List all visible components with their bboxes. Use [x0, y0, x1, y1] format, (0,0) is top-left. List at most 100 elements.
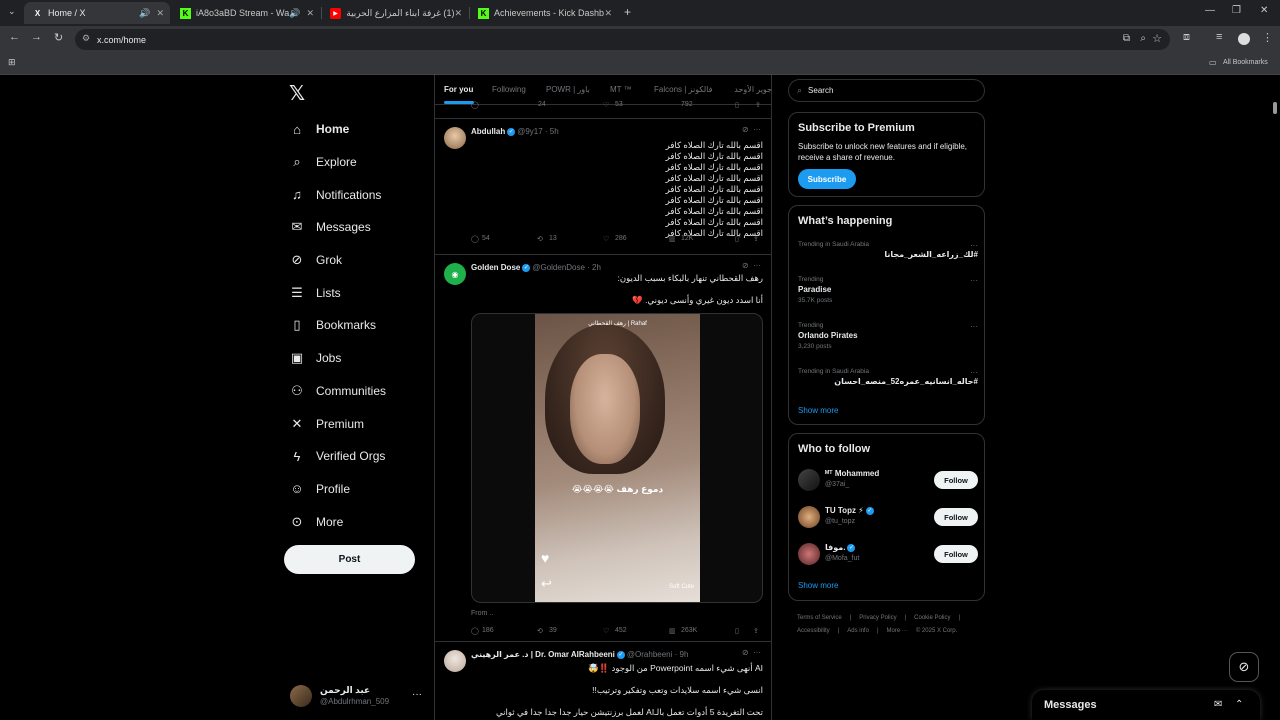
- video-source[interactable]: From ..: [471, 610, 493, 617]
- tweet[interactable]: Abdullah ✓ @9y17 · 5h ⊘ ··· اقسم بالله تار…: [435, 119, 771, 255]
- tweet-options[interactable]: ⊘ ···: [742, 125, 761, 134]
- avatar[interactable]: [444, 650, 466, 672]
- grok-explain-icon[interactable]: ⊘: [742, 261, 749, 270]
- footer-link-accessibility[interactable]: Accessibility: [797, 628, 830, 634]
- media-control-icon[interactable]: ≡: [1216, 31, 1222, 43]
- repost-icon[interactable]: ⟲: [537, 235, 543, 243]
- avatar[interactable]: [798, 469, 820, 491]
- follow-show-more-link[interactable]: Show more: [798, 581, 838, 590]
- tab-powr[interactable]: POWR | باور: [546, 85, 590, 94]
- post-button[interactable]: Post: [284, 545, 415, 574]
- trend-item[interactable]: Trending in Saudi Arabia #لك_زراعه_الشعر…: [798, 241, 978, 259]
- extensions-icon[interactable]: ⧈: [1183, 31, 1190, 44]
- reply-icon[interactable]: ◯: [471, 101, 479, 109]
- close-icon[interactable]: ✕: [306, 8, 314, 19]
- bookmark-icon[interactable]: ▯: [735, 627, 739, 635]
- subscribe-button[interactable]: Subscribe: [798, 169, 856, 189]
- expand-icon[interactable]: ⌃: [1235, 699, 1243, 710]
- share-icon[interactable]: ⇪: [755, 101, 761, 109]
- avatar[interactable]: [444, 127, 466, 149]
- install-icon[interactable]: ⧉: [1123, 33, 1130, 44]
- x-logo-icon[interactable]: 𝕏: [289, 81, 305, 106]
- nav-item-jobs[interactable]: ▣ Jobs: [290, 342, 386, 375]
- follow-button[interactable]: Follow: [934, 545, 978, 563]
- trend-item[interactable]: Trending Orlando Pirates 3,230 posts ···: [798, 322, 978, 350]
- more-icon[interactable]: ···: [970, 276, 978, 285]
- tab-following[interactable]: Following: [492, 85, 526, 94]
- avatar[interactable]: [798, 543, 820, 565]
- minimize-icon[interactable]: —: [1205, 5, 1215, 16]
- footer-link-terms[interactable]: Terms of Service: [797, 615, 842, 621]
- close-icon[interactable]: ✕: [604, 8, 612, 19]
- bookmark-icon[interactable]: ▯: [735, 235, 739, 243]
- tab-home-x[interactable]: X Home / X 🔊 ✕: [24, 2, 170, 24]
- apps-grid-icon[interactable]: ⊞: [8, 57, 16, 68]
- nav-item-verified-orgs[interactable]: ϟ Verified Orgs: [290, 440, 386, 473]
- author-name[interactable]: Golden Dose: [471, 263, 520, 272]
- search-input[interactable]: ⌕ Search: [788, 79, 985, 102]
- address-bar[interactable]: ⚙ x.com/home ⧉ ⌕ ☆: [75, 29, 1170, 50]
- nav-item-premium[interactable]: ✕ Premium: [290, 407, 386, 440]
- tab-for-you[interactable]: For you: [444, 85, 473, 94]
- tab-mt[interactable]: MT ™: [610, 85, 632, 94]
- nav-item-lists[interactable]: ☰ Lists: [290, 276, 386, 309]
- tweet-video[interactable]: رهف القحطاني | Rahaf دموع رهف 😭😭😭😭 ♥ ↩ S…: [471, 313, 763, 603]
- repost-icon[interactable]: ⟲: [537, 627, 543, 635]
- trends-show-more-link[interactable]: Show more: [798, 406, 838, 415]
- follow-button[interactable]: Follow: [934, 508, 978, 526]
- tweet-options[interactable]: ⊘ ···: [742, 648, 761, 657]
- like-icon[interactable]: ♡: [603, 101, 609, 109]
- bookmark-icon[interactable]: ▯: [735, 101, 739, 109]
- footer-link-cookie[interactable]: Cookie Policy: [914, 615, 950, 621]
- like-icon[interactable]: ♡: [603, 235, 609, 243]
- nav-item-messages[interactable]: ✉ Messages: [290, 211, 386, 244]
- tweet[interactable]: د. عمر الرهيني | Dr. Omar AlRahbeeni ✓ @Or…: [435, 642, 771, 720]
- follow-suggestion[interactable]: ᴹᵀ Mohammed @37ai_ Follow: [798, 467, 978, 493]
- share-icon[interactable]: ⇪: [753, 235, 759, 243]
- site-info-icon[interactable]: ⚙: [82, 33, 90, 44]
- speaker-icon[interactable]: 🔊: [289, 8, 300, 19]
- nav-item-more[interactable]: ⊙ More: [290, 505, 386, 538]
- forward-icon[interactable]: →: [31, 31, 42, 43]
- grok-floating-button[interactable]: ⊘: [1229, 652, 1259, 682]
- reply-icon[interactable]: ◯: [471, 235, 479, 243]
- nav-item-grok[interactable]: ⊘ Grok: [290, 244, 386, 277]
- close-icon[interactable]: ✕: [454, 8, 462, 19]
- more-icon[interactable]: ···: [970, 322, 978, 331]
- nav-item-profile[interactable]: ☺ Profile: [290, 473, 386, 506]
- author-name[interactable]: د. عمر الرهيني | Dr. Omar AlRahbeeni: [471, 650, 615, 659]
- new-tab-icon[interactable]: +: [624, 5, 631, 19]
- reply-icon[interactable]: ◯: [471, 627, 479, 635]
- avatar[interactable]: [798, 506, 820, 528]
- trend-item[interactable]: Trending in Saudi Arabia #حاله_انسانيه_ع…: [798, 368, 978, 386]
- more-icon[interactable]: ···: [970, 241, 978, 250]
- new-message-icon[interactable]: ✉: [1214, 699, 1222, 710]
- video-player[interactable]: رهف القحطاني | Rahaf دموع رهف 😭😭😭😭 ♥ ↩ S…: [535, 314, 700, 602]
- nav-item-explore[interactable]: ⌕ Explore: [290, 146, 386, 179]
- footer-link-more[interactable]: More ···: [887, 628, 908, 634]
- scrollbar-thumb[interactable]: [1273, 102, 1277, 114]
- restore-icon[interactable]: ❐: [1232, 5, 1241, 16]
- more-icon[interactable]: ···: [412, 689, 422, 700]
- tab-search-icon[interactable]: ⌄: [8, 6, 16, 17]
- trend-item[interactable]: Trending Paradise 35.7K posts ···: [798, 276, 978, 304]
- messages-drawer[interactable]: Messages ✉ ⌃: [1032, 690, 1260, 720]
- back-icon[interactable]: ←: [9, 31, 20, 43]
- tweet-time[interactable]: · 2h: [587, 263, 601, 272]
- tweet-time[interactable]: · 9h: [675, 650, 689, 659]
- views-icon[interactable]: ▥: [669, 235, 676, 243]
- nav-item-communities[interactable]: ⚇ Communities: [290, 375, 386, 408]
- avatar[interactable]: ◉: [444, 263, 466, 285]
- tab-kick-stream[interactable]: K iA8o3aBD Stream - Watch Li 🔊 ✕: [172, 2, 320, 24]
- kebab-menu-icon[interactable]: ⋮: [1262, 31, 1273, 44]
- footer-link-privacy[interactable]: Privacy Policy: [859, 615, 896, 621]
- more-icon[interactable]: ···: [970, 368, 978, 377]
- author-handle[interactable]: @9y17: [517, 127, 542, 136]
- account-switcher[interactable]: عبد الرحمن @Abdulrhman_509 ···: [290, 683, 430, 709]
- page-scrollbar[interactable]: [1272, 75, 1278, 720]
- author-handle[interactable]: @Orahbeeni: [627, 650, 672, 659]
- speaker-icon[interactable]: 🔊: [139, 8, 150, 19]
- share-icon[interactable]: ⇪: [753, 627, 759, 635]
- author-name[interactable]: Abdullah: [471, 127, 505, 136]
- views-icon[interactable]: ▥: [669, 627, 676, 635]
